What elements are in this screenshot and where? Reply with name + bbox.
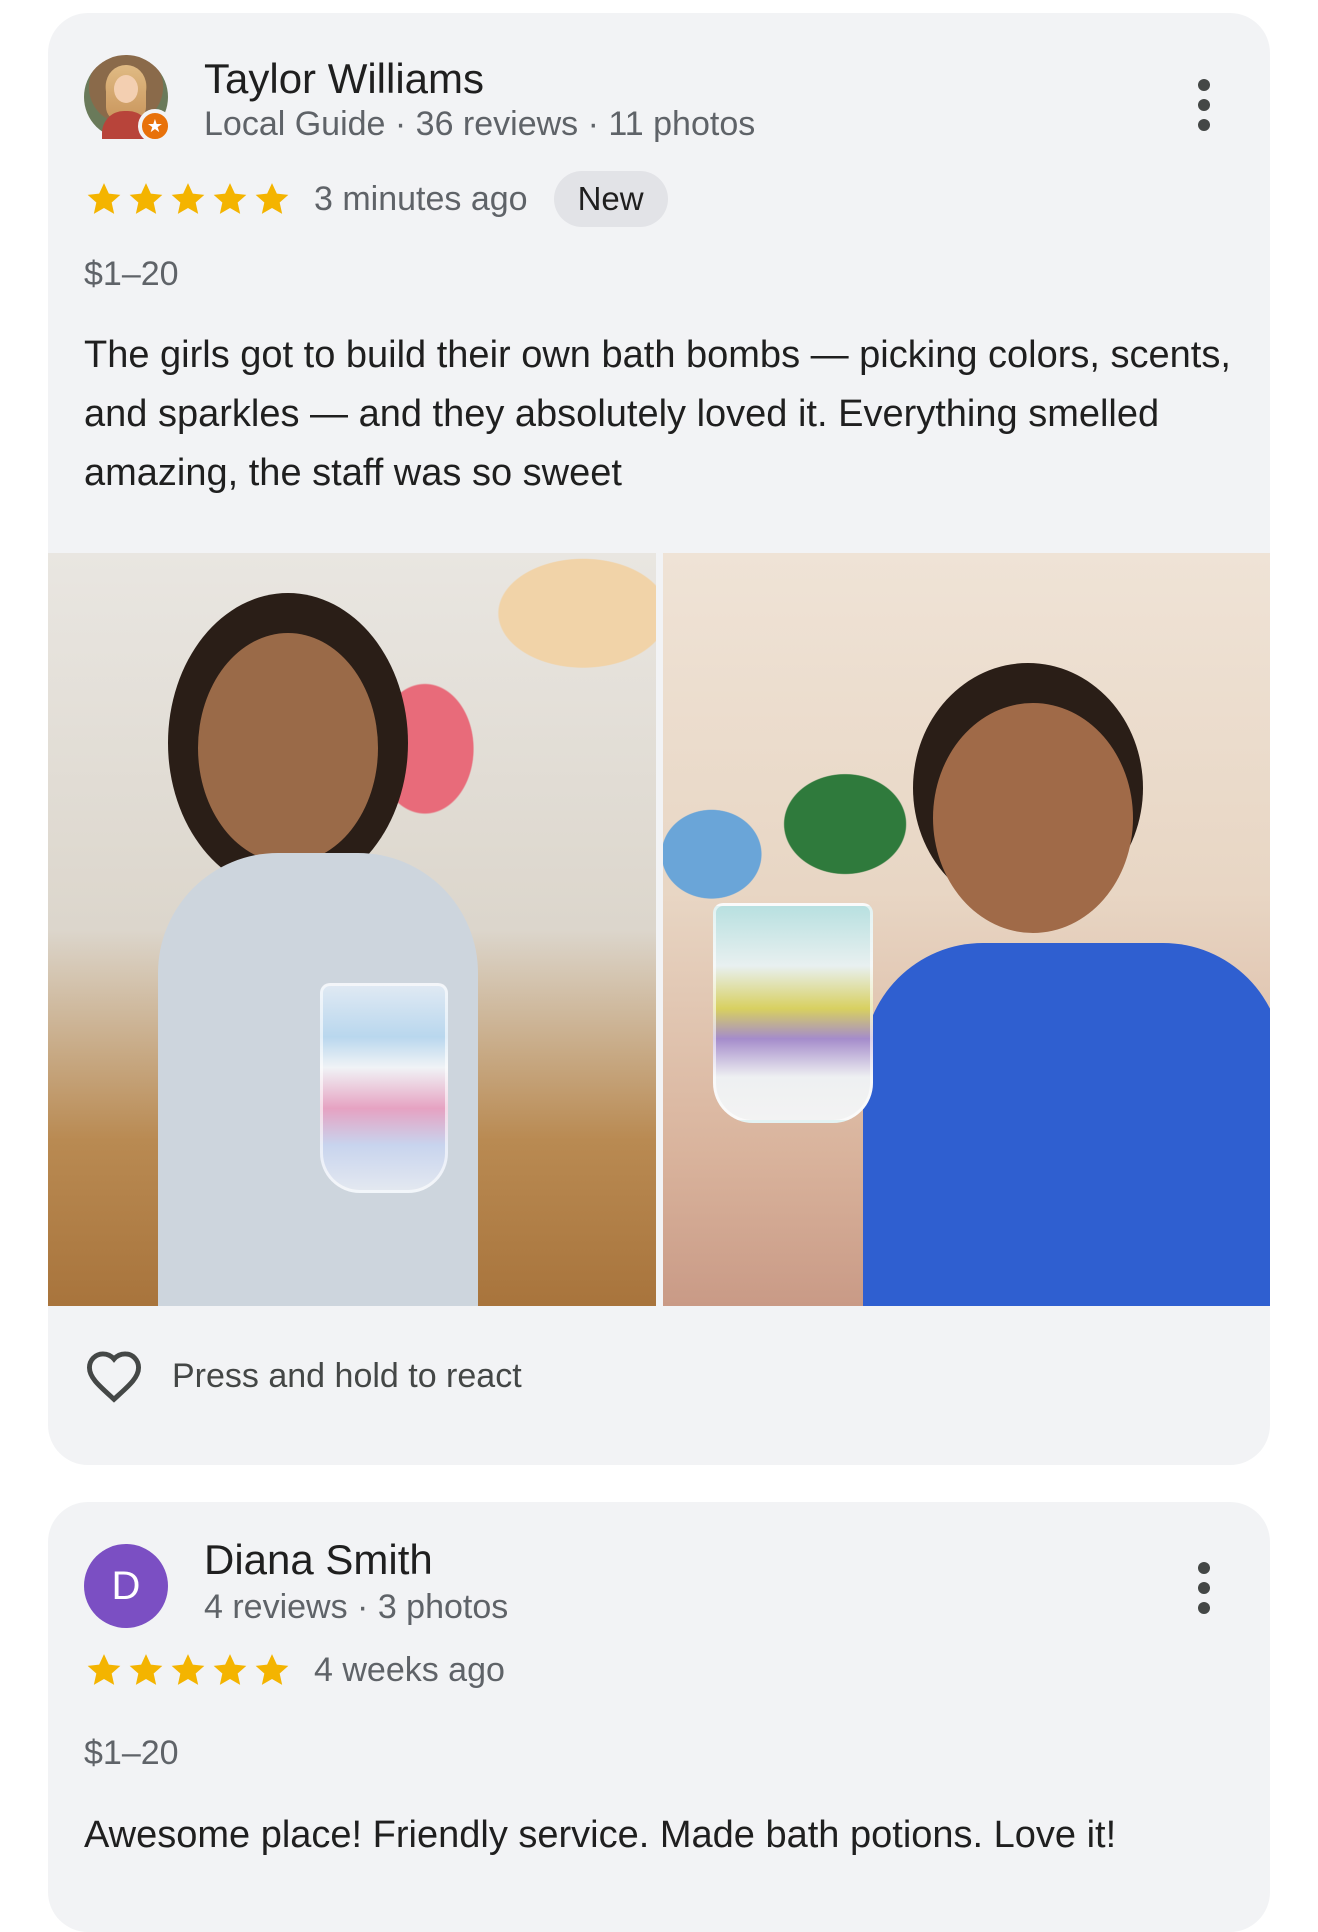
rating-row: 3 minutes ago New — [84, 171, 668, 227]
review-photo[interactable] — [662, 553, 1270, 1306]
review-card: D Diana Smith 4 reviews · 3 photos 4 wee… — [48, 1502, 1270, 1932]
review-time: 3 minutes ago — [314, 179, 528, 218]
new-badge: New — [553, 171, 668, 227]
star-icon — [213, 183, 247, 214]
reviewer-meta[interactable]: 4 reviews · 3 photos — [204, 1588, 508, 1627]
more-vert-icon[interactable] — [1188, 73, 1220, 137]
star-icon — [171, 183, 205, 214]
more-vert-icon[interactable] — [1188, 1556, 1220, 1620]
heart-outline-icon — [86, 1351, 142, 1403]
price-range: $1–20 — [84, 255, 179, 293]
review-photos — [48, 553, 1270, 1306]
local-guide-badge-icon: ★ — [138, 109, 172, 143]
react-label: Press and hold to react — [172, 1356, 522, 1395]
star-icon — [87, 183, 121, 214]
react-button[interactable]: Press and hold to react — [84, 1349, 522, 1403]
review-card: ★ Taylor Williams Local Guide · 36 revie… — [48, 13, 1270, 1465]
review-photo[interactable] — [48, 553, 656, 1306]
star-icon — [129, 1654, 163, 1685]
reviewer-meta[interactable]: Local Guide · 36 reviews · 11 photos — [204, 105, 755, 144]
reviewer-avatar[interactable]: D — [84, 1544, 168, 1628]
review-text: Awesome place! Friendly service. Made ba… — [84, 1814, 1117, 1856]
star-icon — [255, 183, 289, 214]
star-icon — [213, 1654, 247, 1685]
star-icon — [171, 1654, 205, 1685]
star-rating — [84, 1650, 292, 1690]
review-time: 4 weeks ago — [314, 1650, 505, 1689]
reviewer-avatar[interactable]: ★ — [84, 55, 172, 143]
star-icon — [129, 183, 163, 214]
star-icon — [87, 1654, 121, 1685]
rating-row: 4 weeks ago — [84, 1650, 505, 1690]
review-text: The girls got to build their own bath bo… — [84, 334, 1231, 494]
star-icon — [255, 1654, 289, 1685]
star-rating — [84, 179, 292, 219]
reviewer-name[interactable]: Diana Smith — [204, 1536, 433, 1584]
reviewer-name[interactable]: Taylor Williams — [204, 55, 484, 103]
price-range: $1–20 — [84, 1734, 179, 1772]
